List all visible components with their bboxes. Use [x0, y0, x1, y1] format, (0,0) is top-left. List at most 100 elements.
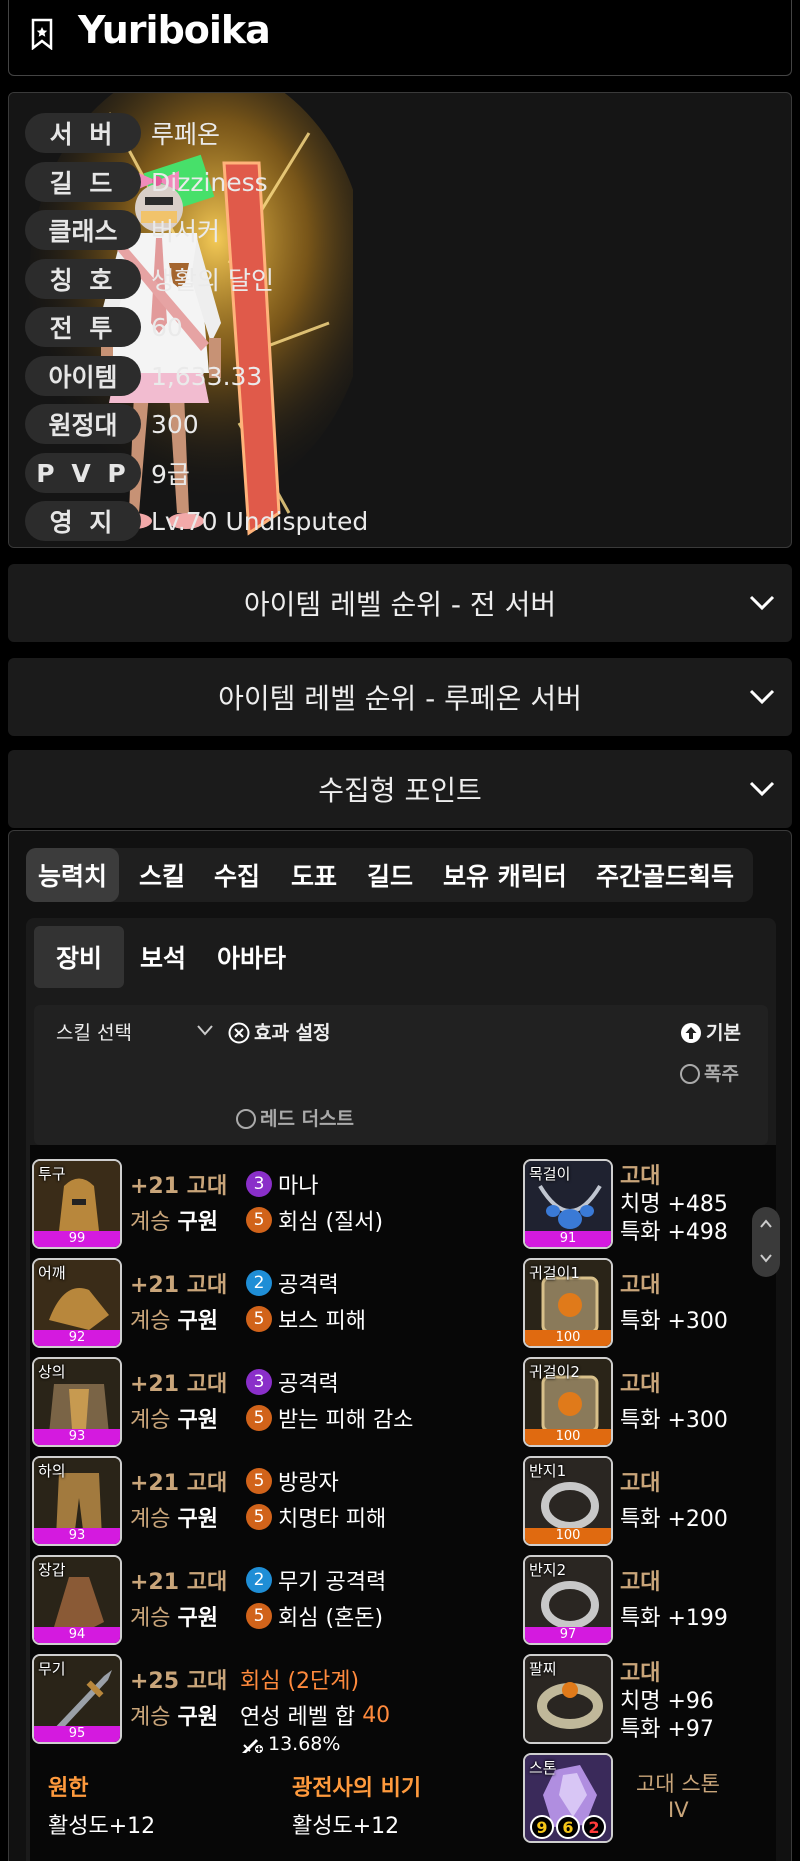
accessory-stat: 특화 +300 [620, 1309, 728, 1334]
basic-option[interactable]: 기본 [680, 1018, 741, 1045]
quality-bar: 93 [34, 1429, 120, 1445]
basic-option-label: 기본 [706, 1022, 741, 1044]
item-set: 계승 구원 [130, 1705, 218, 1730]
engraving: 3 마나 [246, 1168, 318, 1200]
accessory-grade: 고대 [620, 1570, 661, 1595]
bookmark-icon[interactable] [30, 18, 54, 50]
chest-item-icon[interactable]: 상의 93 [32, 1357, 122, 1447]
chevron-up-icon [760, 1219, 772, 1228]
gloves-item-icon[interactable]: 장갑 94 [32, 1555, 122, 1645]
engraving: 5 회심 (혼돈) [246, 1600, 383, 1632]
quality-bar: 93 [34, 1528, 120, 1544]
chevron-down-icon [749, 595, 775, 611]
profile-label: 전 투 [25, 307, 141, 347]
effect-setting-button[interactable]: 효과 설정 [228, 1018, 331, 1045]
necklace-item-icon[interactable]: 목걸이 91 [523, 1159, 613, 1249]
profile-row-server: 서 버 루페온 [25, 113, 220, 153]
slot-label: 어깨 [38, 1264, 66, 1282]
weapon-item-icon[interactable]: 무기 95 [32, 1654, 122, 1744]
stone-value: 2 [582, 1815, 606, 1839]
profile-value: 9급 [151, 460, 190, 489]
tab-weekly-gold[interactable]: 주간골드획득 [596, 848, 734, 902]
accessory-stat: 특화 +200 [620, 1507, 728, 1532]
profile-value: 60 [151, 312, 183, 342]
pants-item-icon[interactable]: 하의 93 [32, 1456, 122, 1546]
tab-stats[interactable]: 능력치 [26, 848, 120, 902]
item-set: 계승 구원 [130, 1210, 218, 1235]
red-dust-label: 레드 더스트 [260, 1108, 355, 1130]
scroll-handle[interactable] [752, 1207, 780, 1277]
accessory-stat: 특화 +498 [620, 1220, 728, 1245]
profile-value: 루페온 [151, 120, 221, 149]
red-dust-radio[interactable]: 레드 더스트 [236, 1104, 354, 1131]
slot-label: 장갑 [38, 1561, 66, 1579]
slot-label: 귀걸이2 [529, 1363, 580, 1381]
profile-label: P V P [25, 453, 141, 493]
profile-label: 클래스 [25, 210, 141, 250]
tab-guild[interactable]: 길드 [367, 848, 413, 902]
engraving: 2 공격력 [246, 1267, 339, 1299]
accessory-stat: 특화 +97 [620, 1717, 714, 1742]
bracelet-item-icon[interactable]: 팔찌 [523, 1654, 613, 1744]
stone-value: 9 [530, 1815, 554, 1839]
stone-name: 고대 스톤 [636, 1772, 720, 1796]
profile-row-class: 클래스 버서커 [25, 210, 220, 250]
collection-points-accordion[interactable]: 수집형 포인트 [8, 750, 792, 828]
slot-label: 귀걸이1 [529, 1264, 580, 1282]
frenzy-radio[interactable]: 폭주 [680, 1059, 739, 1086]
shoulder-item-icon[interactable]: 어깨 92 [32, 1258, 122, 1348]
accessory-grade: 고대 [620, 1273, 661, 1298]
engraving: 2 무기 공격력 [246, 1564, 386, 1596]
tab-collection[interactable]: 수집 [214, 848, 260, 902]
ring1-item-icon[interactable]: 반지1 100 [523, 1456, 613, 1546]
tab-charts[interactable]: 도표 [291, 848, 337, 902]
profile-row-guild: 길 드 Dizziness [25, 162, 268, 202]
ring2-item-icon[interactable]: 반지2 97 [523, 1555, 613, 1645]
slot-label: 팔찌 [529, 1660, 557, 1678]
engraving: 5 치명타 피해 [246, 1501, 386, 1533]
item-level-rank-server-accordion[interactable]: 아이템 레벨 순위 - 루페온 서버 [8, 658, 792, 736]
elixir-level-sum: 연성 레벨 합 40 [240, 1702, 391, 1731]
quality-bar: 97 [525, 1627, 611, 1643]
profile-row-title: 칭 호 생활의 달인 [25, 259, 274, 299]
quality-bar: 100 [525, 1528, 611, 1544]
quality-bar: 94 [34, 1627, 120, 1643]
tab-skills[interactable]: 스킬 [139, 848, 185, 902]
stone-values: 9 6 2 [525, 1815, 611, 1839]
subtab-equipment[interactable]: 장비 [34, 926, 125, 988]
elixir-effect: 회심 (2단계) [240, 1669, 360, 1694]
profile-label: 칭 호 [25, 259, 141, 299]
subtab-gems[interactable]: 보석 [140, 926, 186, 988]
ability-stone-icon[interactable]: 스톤 9 6 2 [523, 1753, 613, 1843]
tab-owned-characters[interactable]: 보유 캐릭터 [443, 848, 567, 902]
stone-tier: IV [668, 1798, 689, 1822]
item-grade: +21 고대 [130, 1273, 228, 1298]
engraving: 5 보스 피해 [246, 1303, 366, 1335]
chevron-down-icon [197, 1025, 213, 1036]
profile-label: 서 버 [25, 113, 141, 153]
accessory-grade: 고대 [620, 1471, 661, 1496]
character-name: Yuriboika [78, 8, 271, 52]
item-grade: +21 고대 [130, 1174, 228, 1199]
chevron-down-icon [749, 781, 775, 797]
bracelet-effect-value: 활성도+12 [292, 1814, 400, 1839]
item-set: 계승 구원 [130, 1606, 218, 1631]
item-grade: +21 고대 [130, 1471, 228, 1496]
subtab-avatar[interactable]: 아바타 [217, 926, 286, 988]
frenzy-label: 폭주 [704, 1063, 739, 1085]
profile-value: Dizziness [151, 167, 268, 197]
earring2-item-icon[interactable]: 귀걸이2 100 [523, 1357, 613, 1447]
profile-value: 1,633.33 [151, 361, 263, 391]
earring1-item-icon[interactable]: 귀걸이1 100 [523, 1258, 613, 1348]
skill-select-label: 스킬 선택 [56, 1022, 132, 1044]
profile-row-expedition: 원정대 300 [25, 404, 199, 444]
helmet-item-icon[interactable]: 투구 99 [32, 1159, 122, 1249]
item-grade: +21 고대 [130, 1570, 228, 1595]
slot-label: 목걸이 [529, 1165, 571, 1183]
item-level-rank-all-accordion[interactable]: 아이템 레벨 순위 - 전 서버 [8, 564, 792, 642]
item-grade: +25 고대 [130, 1669, 228, 1694]
slot-label: 스톤 [529, 1759, 557, 1777]
skill-select-dropdown[interactable]: 스킬 선택 [56, 1018, 132, 1045]
item-set: 계승 구원 [130, 1507, 218, 1532]
slot-label: 하의 [38, 1462, 66, 1480]
